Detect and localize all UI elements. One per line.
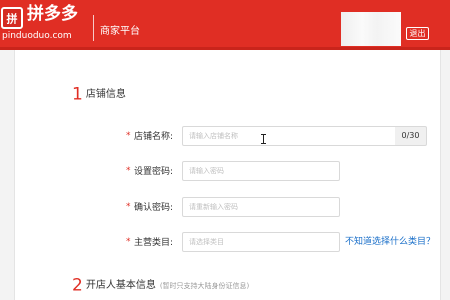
required-mark: * xyxy=(126,166,131,176)
account-avatar xyxy=(341,12,401,46)
brand-name: 拼多多 xyxy=(27,4,78,24)
main-category-label: 主营类目: xyxy=(134,238,174,248)
shop-name-row: * 店铺名称: 0/30 xyxy=(0,126,440,148)
category-help-link[interactable]: 不知道选择什么类目？ xyxy=(345,236,435,248)
text-cursor-icon xyxy=(261,134,267,144)
password-input[interactable] xyxy=(182,161,340,181)
right-gutter xyxy=(440,50,450,300)
brand-domain: pinduoduo.com xyxy=(2,31,72,41)
main-category-row: * 主营类目: 不知道选择什么类目？ xyxy=(0,232,440,254)
required-mark: * xyxy=(126,237,131,247)
confirm-password-label: 确认密码: xyxy=(134,203,174,213)
required-mark: * xyxy=(126,131,131,141)
section-note: (暂时只支持大陆身份证信息) xyxy=(159,281,250,290)
top-header: 拼 拼多多 pinduoduo.com 商家平台 退出 xyxy=(0,0,450,50)
required-mark: * xyxy=(126,202,131,212)
password-label: 设置密码: xyxy=(134,167,174,177)
main-category-select[interactable] xyxy=(182,232,340,252)
shop-name-char-counter: 0/30 xyxy=(395,126,427,146)
header-divider xyxy=(93,15,94,41)
shop-name-label: 店铺名称: xyxy=(134,132,174,142)
section-number: 1 xyxy=(72,84,83,105)
logo-glyph: 拼 xyxy=(7,12,18,26)
merchant-signup-page: 拼 拼多多 pinduoduo.com 商家平台 退出 1 店铺信息 * 店铺名称… xyxy=(0,0,450,300)
section-number: 2 xyxy=(72,275,83,296)
section-owner-info: 2 开店人基本信息 (暂时只支持大陆身份证信息) xyxy=(72,275,249,296)
shop-name-input[interactable] xyxy=(182,126,396,146)
section-title: 店铺信息 xyxy=(85,88,126,100)
logout-button[interactable]: 退出 xyxy=(406,27,429,40)
password-row: * 设置密码: xyxy=(0,161,440,183)
confirm-password-row: * 确认密码: xyxy=(0,197,440,219)
platform-name: 商家平台 xyxy=(100,26,140,37)
section-shop-info: 1 店铺信息 xyxy=(72,84,126,105)
pinduoduo-logo-icon: 拼 xyxy=(1,7,23,29)
confirm-password-input[interactable] xyxy=(182,197,340,217)
section-title: 开店人基本信息 xyxy=(85,279,156,291)
